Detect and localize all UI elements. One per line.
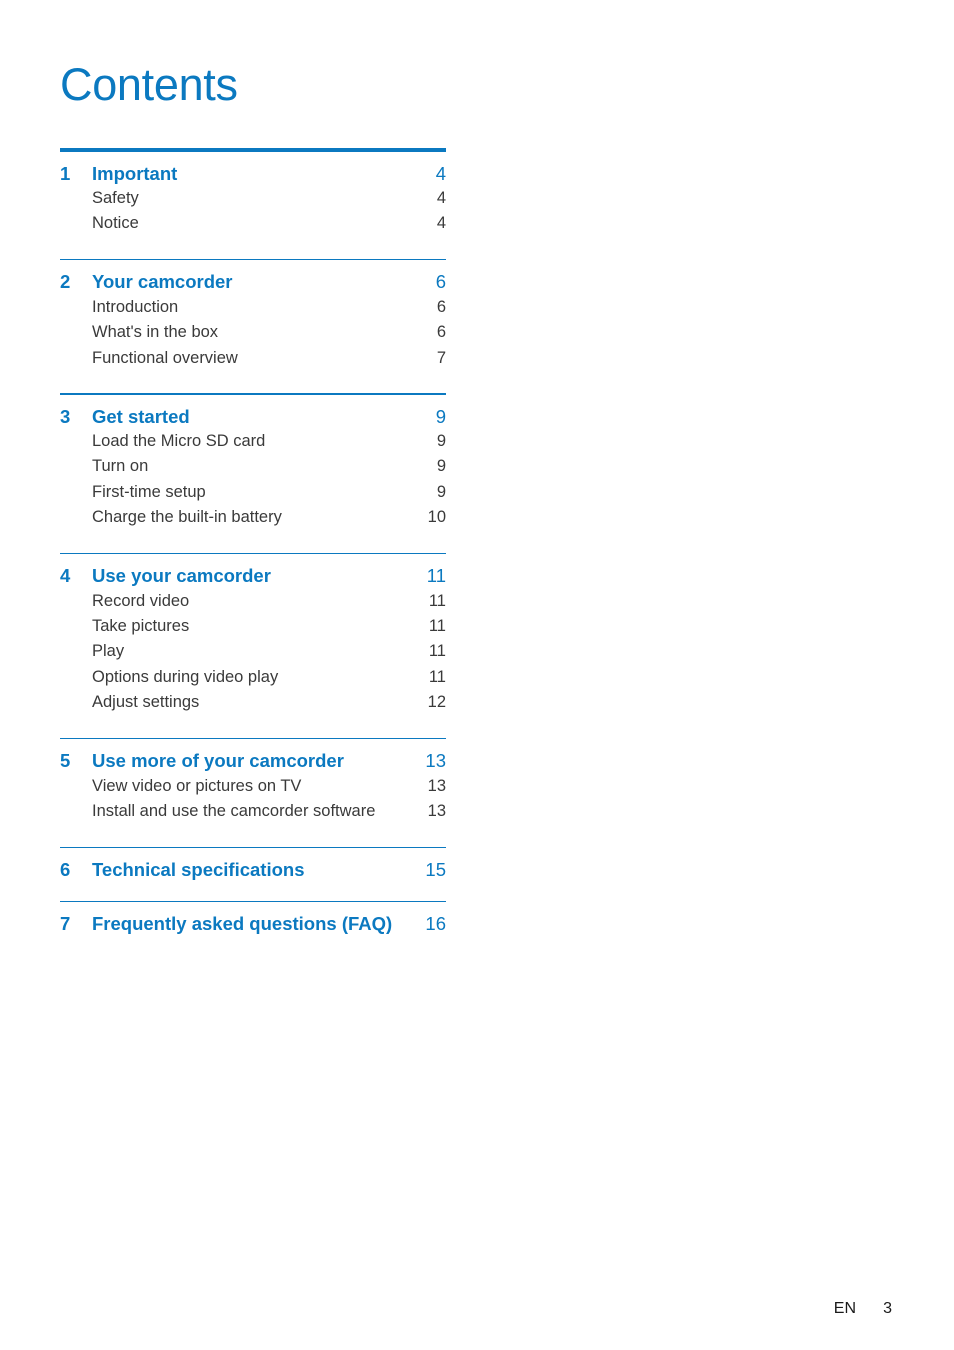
table-of-contents: 1 Important 4 Safety 4 Notice 4 2 Your camcorder… — [60, 148, 446, 955]
toc-entry-label: Record video — [92, 591, 190, 610]
toc-entry[interactable]: Adjust settings 12 — [60, 690, 446, 715]
toc-section-number: 5 — [60, 750, 71, 772]
toc-section-label: Frequently asked questions (FAQ) — [92, 913, 393, 934]
toc-section-page-number: 9 — [435, 405, 446, 427]
footer-language-code: EN — [833, 1300, 856, 1317]
toc-section-heading[interactable]: 2 Your camcorder 6 — [60, 273, 446, 295]
page-title: Contents — [60, 59, 238, 110]
toc-section-heading[interactable]: 1 Important 4 — [60, 162, 446, 187]
toc-entry-page-number: 10 — [427, 508, 446, 527]
toc-section-number: 7 — [60, 913, 71, 934]
toc-entry[interactable]: Record video 11 — [60, 589, 446, 614]
toc-section-heading[interactable]: 7 Frequently asked questions (FAQ) 16 — [60, 913, 446, 937]
toc-section: 5 Use more of your camcorder 13 View video … — [60, 739, 446, 846]
toc-entry-page-number: 7 — [436, 348, 446, 367]
toc-section-label: Get started — [92, 405, 190, 427]
toc-entry-label: Load the Micro SD card — [92, 432, 266, 451]
toc-entry[interactable]: Take pictures 11 — [60, 614, 446, 639]
toc-entry-label: Introduction — [92, 297, 179, 316]
toc-entry-label: Play — [92, 642, 125, 661]
toc-entry-page-number: 12 — [427, 693, 446, 712]
toc-entry-page-number: 11 — [428, 642, 446, 661]
toc-entry[interactable]: Load the Micro SD card 9 — [60, 429, 446, 454]
toc-section-page-number: 13 — [425, 750, 446, 772]
toc-section-page-number: 16 — [425, 913, 446, 934]
toc-entry-page-number: 4 — [436, 214, 446, 233]
toc-section-heading[interactable]: 4 Use your camcorder 11 — [60, 567, 446, 589]
toc-entry[interactable]: Notice 4 — [60, 211, 446, 236]
toc-section: 7 Frequently asked questions (FAQ) 16 — [60, 902, 446, 955]
toc-entry-page-number: 13 — [427, 802, 446, 821]
toc-entry-label: First-time setup — [92, 482, 206, 501]
toc-entry-label: Turn on — [92, 457, 149, 476]
toc-entry-label: Functional overview — [92, 348, 238, 367]
toc-entry-label: Install and use the camcorder software — [92, 802, 376, 821]
toc-section-number: 4 — [60, 565, 71, 587]
footer-page-number: 3 — [883, 1300, 892, 1317]
toc-section-page-number: 15 — [425, 859, 446, 880]
toc-section-page-number: 11 — [426, 565, 446, 587]
page-canvas: Contents 1 Important 4 Safety 4 Notice 4 2 Your … — [0, 0, 954, 1350]
toc-entry[interactable]: What's in the box 6 — [60, 320, 446, 345]
toc-entry-page-number: 11 — [428, 617, 446, 636]
toc-section: 6 Technical specifications 15 — [60, 848, 446, 901]
toc-entry[interactable]: First-time setup 9 — [60, 480, 446, 505]
toc-entry-page-number: 11 — [428, 591, 446, 610]
toc-section-page-number: 4 — [435, 162, 446, 184]
toc-section-heading[interactable]: 5 Use more of your camcorder 13 — [60, 752, 446, 774]
toc-section: 3 Get started 9 Load the Micro SD card 9 Turn… — [60, 395, 446, 553]
toc-entry-page-number: 9 — [436, 457, 446, 476]
toc-entry-label: Charge the built-in battery — [92, 508, 282, 527]
toc-section-number: 1 — [60, 162, 71, 184]
toc-section-number: 2 — [60, 271, 71, 293]
toc-entry-page-number: 11 — [428, 667, 446, 686]
toc-entry-page-number: 9 — [436, 482, 446, 501]
toc-entry-page-number: 13 — [427, 776, 446, 795]
toc-section-label: Use more of your camcorder — [92, 750, 344, 772]
toc-entry-page-number: 6 — [436, 323, 446, 342]
toc-section-heading[interactable]: 6 Technical specifications 15 — [60, 859, 446, 883]
toc-section: 4 Use your camcorder 11 Record video 11 Take … — [60, 554, 446, 738]
toc-entry-label: Safety — [92, 189, 139, 207]
toc-entry-page-number: 4 — [436, 189, 446, 207]
toc-entry-label: What's in the box — [92, 323, 219, 342]
toc-entry-label: Notice — [92, 214, 139, 233]
toc-entry-page-number: 9 — [436, 432, 446, 451]
toc-entry-label: View video or pictures on TV — [92, 776, 302, 795]
toc-entry[interactable]: Install and use the camcorder software 13 — [60, 799, 446, 824]
toc-section-heading[interactable]: 3 Get started 9 — [60, 405, 446, 430]
toc-entry-label: Adjust settings — [92, 693, 200, 712]
toc-entry-label: Take pictures — [92, 617, 190, 636]
toc-section-label: Use your camcorder — [92, 565, 271, 587]
toc-entry[interactable]: Safety 4 — [60, 186, 446, 211]
toc-entry[interactable]: View video or pictures on TV 13 — [60, 774, 446, 799]
toc-section-label: Important — [92, 162, 178, 184]
toc-entry[interactable]: Introduction 6 — [60, 295, 446, 320]
toc-section-number: 3 — [60, 405, 71, 427]
toc-section: 2 Your camcorder 6 Introduction 6 What's in t… — [60, 260, 446, 393]
toc-section-number: 6 — [60, 859, 71, 880]
toc-section-page-number: 6 — [435, 271, 446, 293]
toc-section: 1 Important 4 Safety 4 Notice 4 — [60, 152, 446, 259]
toc-section-label: Technical specifications — [92, 859, 305, 880]
toc-entry-page-number: 6 — [436, 297, 446, 316]
toc-entry[interactable]: Play 11 — [60, 639, 446, 664]
toc-entry[interactable]: Charge the built-in battery 10 — [60, 505, 446, 530]
toc-entry[interactable]: Functional overview 7 — [60, 346, 446, 371]
toc-entry-label: Options during video play — [92, 667, 279, 686]
toc-entry[interactable]: Options during video play 11 — [60, 665, 446, 690]
toc-section-label: Your camcorder — [92, 271, 233, 293]
toc-entry[interactable]: Turn on 9 — [60, 454, 446, 479]
page-footer: EN 3 — [834, 1300, 892, 1318]
